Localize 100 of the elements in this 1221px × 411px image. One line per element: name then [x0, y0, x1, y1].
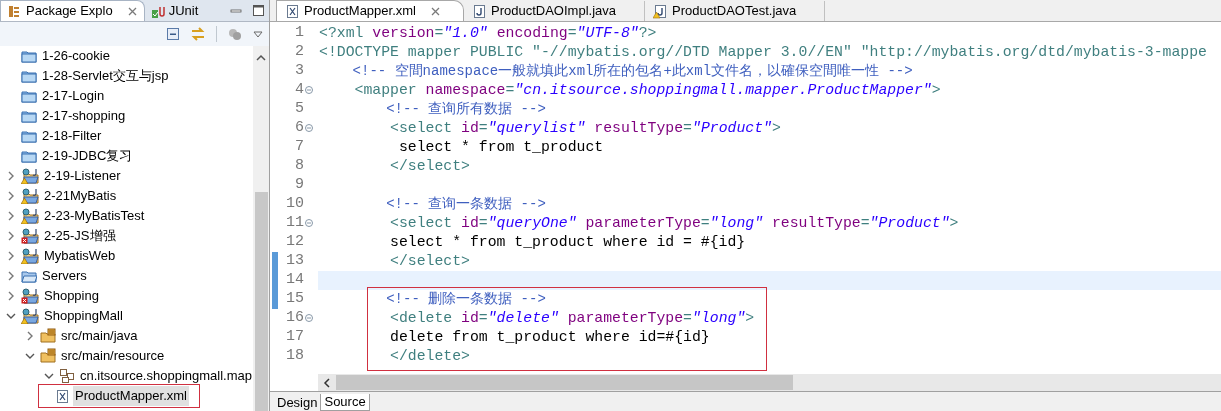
xml-file-icon — [55, 388, 70, 404]
expand-chevron-icon[interactable] — [6, 211, 16, 221]
project-error-icon — [21, 288, 39, 304]
folder-icon — [21, 88, 37, 104]
source-folder-icon — [40, 328, 56, 344]
open-folder-icon — [21, 268, 37, 284]
view-tab[interactable]: Package Explo — [0, 0, 145, 21]
fold-icon[interactable] — [305, 314, 314, 323]
tree-item-label[interactable]: 2-21MyBatis — [42, 186, 119, 206]
collapse-chevron-icon[interactable] — [25, 351, 35, 361]
tree-item-label[interactable]: 2-23-MyBatisTest — [42, 206, 147, 226]
line-number: 4 — [294, 80, 304, 101]
code-line: <!-- 查询一条数据 --> — [385, 196, 546, 212]
fold-icon[interactable] — [305, 219, 314, 228]
collapse-chevron-icon[interactable] — [44, 371, 54, 381]
hierarchy-icon — [7, 3, 22, 19]
expand-chevron-icon[interactable] — [6, 291, 16, 301]
line-number: 1 — [294, 23, 304, 44]
tree-item-label[interactable]: src/main/java — [59, 326, 140, 346]
fold-icon[interactable] — [305, 86, 314, 95]
line-number: 10 — [285, 194, 304, 215]
xml-file-icon — [285, 3, 300, 19]
editor-tab[interactable]: ProductMapper.xml — [276, 0, 464, 21]
line-number: 17 — [285, 327, 304, 348]
tree-item-label[interactable]: Servers — [40, 266, 89, 286]
tree-item-label[interactable]: ProductMapper.xml — [73, 386, 189, 406]
view-menu-icon[interactable] — [253, 30, 263, 38]
line-number: 13 — [285, 251, 304, 272]
folder-icon — [21, 128, 37, 144]
folder-icon — [21, 108, 37, 124]
project-warning-icon — [21, 308, 39, 324]
expand-chevron-icon[interactable] — [6, 271, 16, 281]
line-number: 11 — [285, 213, 304, 234]
vertical-scrollbar[interactable] — [253, 46, 269, 411]
line-number: 15 — [285, 289, 304, 310]
project-warning-icon — [21, 208, 39, 224]
package-icon — [59, 368, 75, 384]
line-number: 2 — [294, 42, 304, 63]
editor-mode-tab[interactable]: Source — [320, 394, 370, 411]
scrollbar-thumb[interactable] — [254, 192, 268, 411]
code-line: </delete> — [389, 348, 470, 364]
code-line: delete from t_product where id=#{id} — [389, 329, 710, 345]
expand-chevron-icon[interactable] — [6, 191, 16, 201]
code-line: <!-- 删除一条数据 --> — [385, 291, 546, 307]
view-tab[interactable]: JUnit — [144, 1, 205, 21]
scroll-up-icon[interactable] — [256, 54, 266, 62]
project-warning-icon — [21, 248, 39, 264]
line-number: 8 — [294, 156, 304, 177]
line-number: 5 — [294, 99, 304, 120]
tree-item-label[interactable]: 2-25-JS增强 — [42, 226, 118, 246]
tree-item-label[interactable]: ShoppingMall — [42, 306, 125, 326]
editor-mode-tab[interactable]: Design — [274, 394, 321, 411]
line-number: 16 — [285, 308, 304, 329]
tree-item-label[interactable]: MybatisWeb — [42, 246, 118, 266]
project-warning-icon — [21, 168, 39, 184]
code-line: <?xml version="1.0" encoding="UTF-8"?> — [319, 25, 657, 41]
folder-icon — [21, 68, 37, 84]
code-line: <select id="queryOne" parameterType="long" resultType="Product"> — [389, 215, 959, 231]
editor-tab[interactable]: ProductDAOImpl.java — [464, 1, 645, 21]
code-line: </select> — [389, 158, 470, 174]
collapse-all-icon[interactable] — [166, 27, 180, 41]
tree-item-label[interactable]: 2-17-Login — [40, 86, 107, 106]
tree-item-label[interactable]: 2-19-Listener — [42, 166, 123, 186]
fold-icon[interactable] — [305, 124, 314, 133]
line-number: 6 — [294, 118, 304, 139]
tree-item-label[interactable]: Shopping — [42, 286, 101, 306]
tree-item-label[interactable]: 2-19-JDBC复习 — [40, 146, 135, 166]
tree-item-label[interactable]: 2-17-shopping — [40, 106, 128, 126]
expand-chevron-icon[interactable] — [6, 251, 16, 261]
expand-chevron-icon[interactable] — [6, 231, 16, 241]
line-number: 12 — [285, 232, 304, 253]
line-number: 3 — [294, 61, 304, 82]
code-line: <mapper namespace="cn.itsource.shoppingmall.mapper.ProductMapper"> — [353, 82, 941, 98]
code-line: <delete id="delete" parameterType="long"> — [389, 310, 755, 326]
folder-icon — [21, 148, 37, 164]
tree-item-label[interactable]: src/main/resource — [59, 346, 167, 366]
folder-icon — [21, 48, 37, 64]
tree-item-label[interactable]: 1-28-Servlet交互与jsp — [40, 66, 171, 86]
expand-chevron-icon[interactable] — [6, 171, 16, 181]
line-number: 9 — [294, 175, 304, 196]
tree-item-label[interactable]: 1-26-cookie — [40, 46, 112, 66]
source-folder-icon — [40, 348, 56, 364]
java-file-warning-icon — [653, 3, 668, 19]
project-warning-icon — [21, 188, 39, 204]
code-line: select * from t_product where id = #{id} — [389, 234, 746, 250]
collapse-chevron-icon[interactable] — [6, 311, 16, 321]
tree-item-label[interactable]: 2-18-Filter — [40, 126, 104, 146]
code-line: <!-- 查询所有数据 --> — [385, 101, 546, 117]
editor-tab[interactable]: ProductDAOTest.java — [645, 1, 826, 21]
close-icon[interactable] — [430, 5, 441, 17]
expand-chevron-icon[interactable] — [25, 331, 35, 341]
close-icon[interactable] — [126, 5, 138, 17]
java-file-icon — [472, 3, 487, 19]
scroll-left-icon[interactable] — [323, 377, 331, 388]
scrollbar-thumb[interactable] — [336, 375, 793, 390]
horizontal-scrollbar[interactable] — [318, 374, 1221, 391]
project-error-icon — [21, 228, 39, 244]
tree-item-label[interactable]: cn.itsource.shoppingmall.map — [78, 366, 253, 386]
code-line: </select> — [389, 253, 470, 269]
code-line: <!DOCTYPE mapper PUBLIC "-//mybatis.org//DTD Mapper 3.0//EN" "http://mybatis.org/dtd/mybatis-3-mappe — [319, 44, 1207, 60]
